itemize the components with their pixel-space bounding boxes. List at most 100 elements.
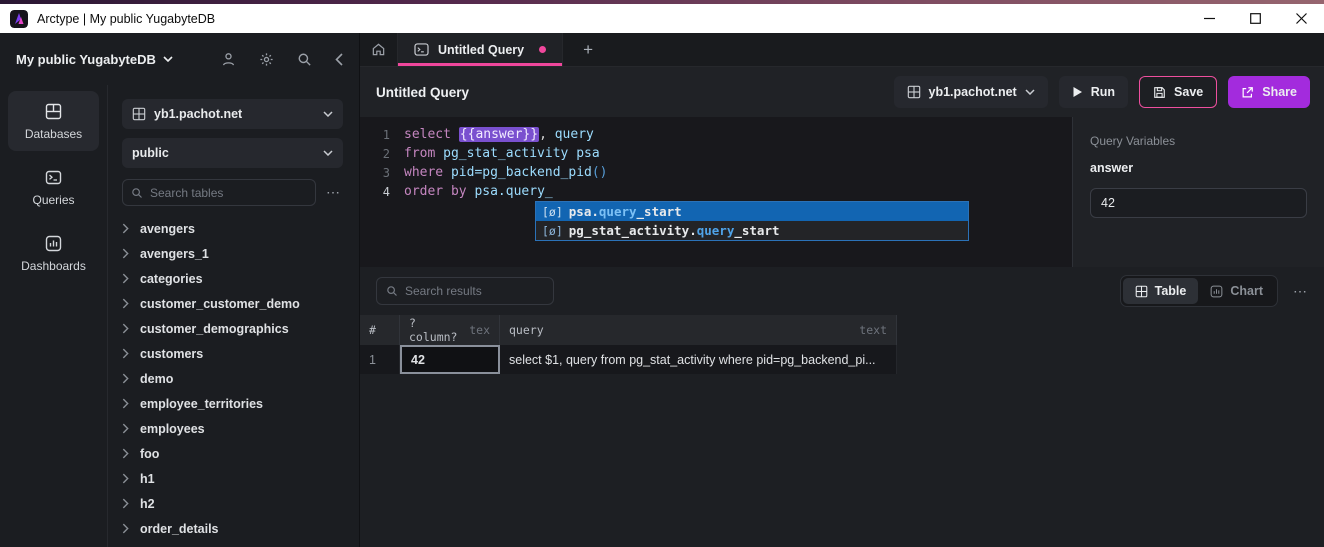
- table-name: h2: [140, 497, 155, 511]
- table-list-item[interactable]: customers: [122, 341, 343, 366]
- tables-list: avengers avengers_1 categoriescustomer_cus…: [122, 216, 343, 547]
- code-line[interactable]: 1select {{answer}}, query: [360, 125, 1072, 144]
- home-icon: [371, 42, 386, 57]
- sql-editor[interactable]: 1select {{answer}}, query2from pg_stat_a…: [360, 117, 1072, 267]
- column-header[interactable]: #: [360, 315, 400, 345]
- chevron-right-icon: [122, 423, 129, 434]
- line-number: 1: [360, 128, 390, 142]
- table-list-item[interactable]: customer_demographics: [122, 316, 343, 341]
- chevron-down-icon: [1025, 89, 1035, 95]
- table-list-item[interactable]: customer_customer_demo: [122, 291, 343, 316]
- sidebar-body: Databases Queries Dashboards yb1.pachot.…: [0, 85, 359, 547]
- window-title: Arctype | My public YugabyteDB: [37, 12, 215, 26]
- query-variables-panel: Query Variables answer 42: [1072, 117, 1324, 267]
- chevron-right-icon: [122, 323, 129, 334]
- variable-value-input[interactable]: 42: [1090, 188, 1307, 218]
- share-button[interactable]: Share: [1228, 76, 1310, 108]
- column-name: #: [369, 323, 376, 337]
- table-list-item[interactable]: employees: [122, 416, 343, 441]
- table-list-item[interactable]: demo: [122, 366, 343, 391]
- sidebar-item-databases[interactable]: Databases: [8, 91, 99, 151]
- sidebar-item-queries[interactable]: Queries: [8, 157, 99, 217]
- row-number-cell[interactable]: 1: [360, 345, 400, 374]
- close-button[interactable]: [1278, 4, 1324, 33]
- titlebar: Arctype | My public YugabyteDB: [0, 4, 1324, 33]
- suggestion-text: _start: [734, 223, 779, 238]
- search-tables-placeholder: Search tables: [150, 186, 223, 200]
- maximize-icon: [1250, 13, 1261, 24]
- schema-name: public: [132, 146, 169, 160]
- table-list-item[interactable]: categories: [122, 266, 343, 291]
- query-connection-selector[interactable]: yb1.pachot.net: [894, 76, 1048, 108]
- run-button[interactable]: Run: [1059, 76, 1128, 108]
- user-icon[interactable]: [221, 52, 236, 67]
- minimize-button[interactable]: [1186, 4, 1232, 33]
- chevron-right-icon: [122, 398, 129, 409]
- table-name: employee_territories: [140, 397, 263, 411]
- table-view-button[interactable]: Table: [1123, 278, 1199, 304]
- chart-view-icon: [1210, 285, 1223, 298]
- gear-icon[interactable]: [259, 52, 274, 67]
- code-token: where: [404, 165, 451, 180]
- chart-view-label: Chart: [1230, 284, 1263, 298]
- code-line[interactable]: 4order by psa.query_: [360, 182, 1072, 201]
- search-icon[interactable]: [297, 52, 312, 67]
- column-name: query: [509, 323, 544, 337]
- save-button[interactable]: Save: [1139, 76, 1217, 108]
- tab-bar: Untitled Query +: [360, 33, 1324, 67]
- table-list-item[interactable]: employee_territories: [122, 391, 343, 416]
- results-more-button[interactable]: ⋯: [1291, 283, 1310, 300]
- result-cell[interactable]: 42: [400, 345, 500, 374]
- sidebar-item-dashboards[interactable]: Dashboards: [8, 223, 99, 283]
- code-token: pid=pg_backend_pid: [451, 165, 592, 180]
- table-list-item[interactable]: foo: [122, 441, 343, 466]
- close-icon: [1296, 13, 1307, 24]
- code-line[interactable]: 2from pg_stat_activity psa: [360, 144, 1072, 163]
- active-tab-underline: [398, 63, 562, 66]
- code-token: pg_stat_activity psa: [443, 146, 600, 161]
- suggestion-text: query: [697, 223, 735, 238]
- new-tab-button[interactable]: +: [563, 33, 613, 66]
- table-list-item[interactable]: order_details: [122, 516, 343, 541]
- chart-view-button[interactable]: Chart: [1198, 278, 1275, 304]
- home-tab[interactable]: [360, 33, 398, 66]
- chevron-right-icon: [122, 248, 129, 259]
- table-name: avengers_1: [140, 247, 209, 261]
- table-list-item[interactable]: avengers_1: [122, 241, 343, 266]
- chevron-right-icon: [122, 223, 129, 234]
- search-tables-input[interactable]: Search tables: [122, 179, 316, 206]
- table-name: foo: [140, 447, 159, 461]
- table-list-item[interactable]: h1: [122, 466, 343, 491]
- table-view-label: Table: [1155, 284, 1187, 298]
- code-line[interactable]: 3where pid=pg_backend_pid(): [360, 163, 1072, 182]
- maximize-button[interactable]: [1232, 4, 1278, 33]
- tables-panel: yb1.pachot.net public Search tables ⋯ av…: [108, 85, 359, 547]
- table-list-item[interactable]: h2: [122, 491, 343, 516]
- table-row: 142select $1, query from pg_stat_activit…: [360, 345, 897, 374]
- search-results-input[interactable]: Search results: [376, 277, 554, 305]
- result-cell[interactable]: select $1, query from pg_stat_activity w…: [500, 345, 897, 374]
- variable-name: answer: [1090, 161, 1307, 175]
- tab-untitled-query[interactable]: Untitled Query: [398, 33, 563, 66]
- query-variables-title: Query Variables: [1090, 134, 1307, 148]
- main-area: Untitled Query + Untitled Query yb1.pach…: [360, 33, 1324, 547]
- tables-search-row: Search tables ⋯: [122, 179, 343, 206]
- share-label: Share: [1262, 85, 1297, 99]
- sidebar-item-label: Queries: [32, 193, 74, 207]
- schema-selector[interactable]: public: [122, 138, 343, 168]
- table-name: customer_demographics: [140, 322, 289, 336]
- column-header[interactable]: querytext: [500, 315, 897, 345]
- results-table-header: # ?column?texquerytext: [360, 315, 897, 345]
- column-field-icon: [ø]: [542, 224, 563, 238]
- connection-selector[interactable]: yb1.pachot.net: [122, 99, 343, 129]
- workspace-selector[interactable]: My public YugabyteDB: [16, 52, 173, 67]
- sidebar-header: My public YugabyteDB: [0, 33, 359, 85]
- tables-more-button[interactable]: ⋯: [324, 184, 343, 201]
- collapse-sidebar-icon[interactable]: [335, 53, 343, 66]
- chevron-down-icon: [323, 111, 333, 117]
- column-header[interactable]: ?column?tex: [400, 315, 500, 345]
- autocomplete-item[interactable]: [ø]pg_stat_activity.query_start: [536, 221, 968, 240]
- table-list-item[interactable]: avengers: [122, 216, 343, 241]
- autocomplete-item[interactable]: [ø]psa.query_start: [536, 202, 968, 221]
- chevron-right-icon: [122, 298, 129, 309]
